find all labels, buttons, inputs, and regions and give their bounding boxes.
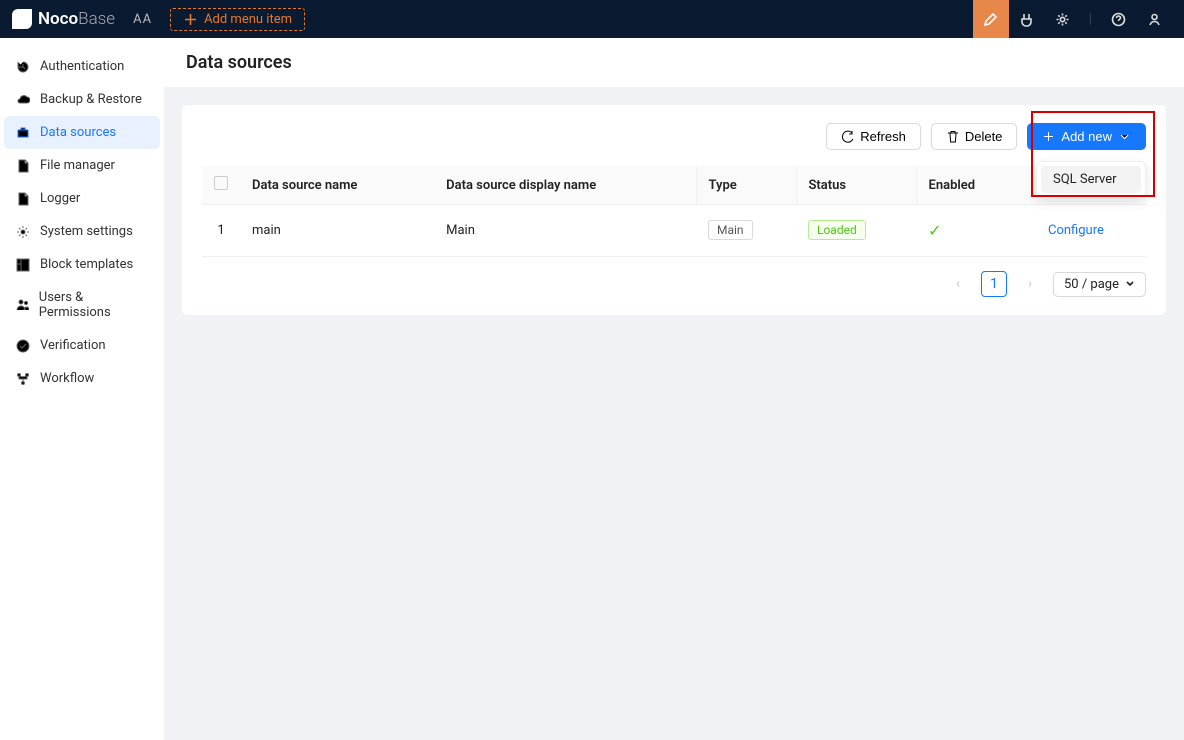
add-menu-item-button[interactable]: Add menu item <box>170 8 305 31</box>
brand-text-1: Noco <box>38 9 78 29</box>
sidebar-item-label: Logger <box>40 191 80 206</box>
gear-icon <box>1055 12 1070 27</box>
history-icon <box>16 60 30 74</box>
pager-prev[interactable]: ‹ <box>945 271 971 297</box>
table-row: 1 main Main Main Loaded ✓ Configure <box>202 205 1146 257</box>
sidebar-item-label: Backup & Restore <box>40 92 142 107</box>
sidebar-item-logger[interactable]: Logger <box>4 182 160 215</box>
pager-next[interactable]: › <box>1017 271 1043 297</box>
add-new-dropdown: SQL Server <box>1036 161 1146 198</box>
page-title: Data sources <box>164 38 1184 87</box>
brand-text-2: Base <box>78 9 115 29</box>
column-header-name: Data source name <box>240 166 434 205</box>
user-icon <box>1147 12 1162 27</box>
plug-icon <box>1019 12 1034 27</box>
button-label: Add new <box>1061 129 1112 144</box>
sidebar-item-system-settings[interactable]: System settings <box>4 215 160 248</box>
pagination: ‹ 1 › 50 / page <box>202 271 1146 297</box>
sidebar-item-label: Authentication <box>40 59 124 74</box>
sidebar-item-label: Users & Permissions <box>39 290 148 320</box>
chevron-down-icon <box>1125 279 1135 289</box>
layout-icon <box>16 258 30 272</box>
add-menu-label: Add menu item <box>204 12 292 27</box>
file-icon <box>16 159 30 173</box>
sidebar-item-block-templates[interactable]: Block templates <box>4 248 160 281</box>
configure-link[interactable]: Configure <box>1048 223 1104 238</box>
pager-page-1[interactable]: 1 <box>981 271 1007 297</box>
sidebar-item-label: Verification <box>40 338 106 353</box>
sidebar: Authentication Backup & Restore Data sou… <box>0 38 164 740</box>
sidebar-item-label: System settings <box>40 224 133 239</box>
sidebar-item-verification[interactable]: Verification <box>4 329 160 362</box>
branch-icon <box>16 372 30 386</box>
sidebar-item-label: Block templates <box>40 257 133 272</box>
question-icon <box>1111 12 1126 27</box>
design-mode-button[interactable] <box>973 0 1009 38</box>
delete-button[interactable]: Delete <box>931 123 1018 150</box>
button-label: Delete <box>965 129 1003 144</box>
sidebar-item-workflow[interactable]: Workflow <box>4 362 160 395</box>
enabled-check-icon: ✓ <box>928 221 941 240</box>
plugin-button[interactable] <box>1009 0 1045 38</box>
sidebar-item-label: File manager <box>40 158 115 173</box>
sidebar-item-data-sources[interactable]: Data sources <box>4 116 160 149</box>
divider: | <box>1089 11 1092 27</box>
settings-button[interactable] <box>1045 0 1081 38</box>
button-label: Refresh <box>860 129 906 144</box>
plus-icon <box>1042 130 1055 143</box>
top-navigation: NocoBase AA Add menu item | <box>0 0 1184 38</box>
refresh-button[interactable]: Refresh <box>826 123 921 150</box>
sidebar-item-file-manager[interactable]: File manager <box>4 149 160 182</box>
content-panel: Refresh Delete Add new SQL Server <box>182 105 1166 315</box>
column-header-display-name: Data source display name <box>434 166 696 205</box>
sidebar-item-label: Data sources <box>40 125 116 140</box>
sidebar-item-users-permissions[interactable]: Users & Permissions <box>4 281 160 329</box>
dropdown-item-sql-server[interactable]: SQL Server <box>1041 166 1141 193</box>
column-header-enabled: Enabled <box>916 166 1036 205</box>
brand-logo[interactable]: NocoBase <box>12 9 115 29</box>
chevron-down-icon <box>1118 130 1131 143</box>
column-header-type: Type <box>696 166 796 205</box>
cloud-icon <box>16 93 30 107</box>
status-badge: Loaded <box>808 220 866 240</box>
plus-icon <box>183 12 198 27</box>
column-header-status: Status <box>796 166 916 205</box>
sidebar-item-label: Workflow <box>40 371 94 386</box>
cell-name: main <box>240 205 434 257</box>
cell-display-name: Main <box>434 205 696 257</box>
database-icon <box>16 126 30 140</box>
main-content: Data sources Refresh Delete Add new SQL <box>164 38 1184 740</box>
toolbar: Refresh Delete Add new SQL Server <box>202 123 1146 150</box>
help-button[interactable] <box>1100 0 1136 38</box>
sidebar-item-authentication[interactable]: Authentication <box>4 50 160 83</box>
type-tag: Main <box>708 220 753 240</box>
page-size-label: 50 / page <box>1064 277 1119 292</box>
logo-icon <box>12 9 32 29</box>
profile-button[interactable] <box>1136 0 1172 38</box>
users-icon <box>16 298 29 312</box>
add-new-button[interactable]: Add new <box>1027 123 1146 150</box>
gear-icon <box>16 225 30 239</box>
sidebar-item-backup-restore[interactable]: Backup & Restore <box>4 83 160 116</box>
page-size-select[interactable]: 50 / page <box>1053 272 1146 297</box>
row-index: 1 <box>202 205 240 257</box>
check-circle-icon <box>16 339 30 353</box>
refresh-icon <box>841 130 854 143</box>
trash-icon <box>946 130 959 143</box>
data-source-table: Data source name Data source display nam… <box>202 166 1146 257</box>
select-all-checkbox[interactable] <box>214 176 228 190</box>
file-icon <box>16 192 30 206</box>
brush-icon <box>983 12 998 27</box>
text-style-toggle[interactable]: AA <box>133 12 152 27</box>
